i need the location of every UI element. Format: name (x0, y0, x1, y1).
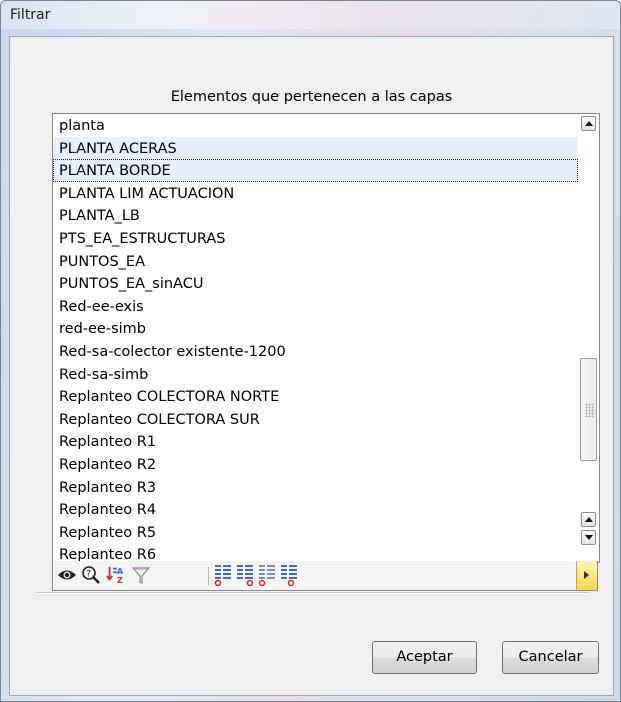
list-item[interactable]: Replanteo COLECTORA NORTE (53, 385, 578, 408)
list-item[interactable]: planta (53, 114, 578, 137)
list-item[interactable]: PUNTOS_EA_sinACU (53, 272, 578, 295)
scroll-up-button[interactable] (581, 512, 596, 527)
list-remove-icon[interactable] (235, 565, 255, 586)
list-item[interactable]: Replanteo R1 (53, 430, 578, 453)
query-icon[interactable]: ? (81, 565, 101, 585)
list-item[interactable]: red-ee-simb (53, 317, 578, 340)
list-item[interactable]: Replanteo R4 (53, 498, 578, 521)
list-item[interactable]: Replanteo R3 (53, 476, 578, 499)
dialog-body: Elementos que pertenecen a las capas pla… (9, 36, 614, 696)
scroll-to-top-button[interactable] (581, 116, 596, 131)
filter-funnel-icon[interactable] (131, 565, 151, 585)
svg-text:Z: Z (117, 575, 123, 585)
layer-elements-listbox[interactable]: planta PLANTA ACERAS PLANTA BORDE PLANTA… (52, 113, 600, 563)
eye-icon[interactable] (57, 565, 77, 585)
divider (37, 592, 589, 594)
list-remove-icon[interactable] (213, 565, 233, 586)
list-item[interactable]: PLANTA ACERAS (53, 136, 578, 160)
filter-dialog: Filtrar Elementos que pertenecen a las c… (0, 0, 621, 702)
more-arrow-icon[interactable] (576, 561, 597, 590)
list-item[interactable]: Red-ee-exis (53, 295, 578, 318)
list-item[interactable]: PTS_EA_ESTRUCTURAS (53, 227, 578, 250)
svg-text:?: ? (86, 570, 91, 580)
scroll-thumb[interactable] (580, 358, 597, 461)
sort-az-icon[interactable]: AZ (105, 565, 125, 585)
list-item[interactable]: PLANTA BORDE (53, 159, 578, 182)
list-item[interactable]: PLANTA_LB (53, 204, 578, 227)
list-item[interactable]: Red-sa-simb (53, 363, 578, 386)
window-title: Filtrar (10, 7, 51, 23)
list-remove-icon[interactable] (257, 565, 277, 586)
scroll-down-button[interactable] (581, 530, 596, 545)
title-bar[interactable]: Filtrar (1, 1, 620, 29)
list-item[interactable]: PUNTOS_EA (53, 250, 578, 273)
list-item[interactable]: Red-sa-colector existente-1200 (53, 340, 578, 363)
list-heading: Elementos que pertenecen a las capas (170, 89, 453, 105)
toolbar-separator (208, 567, 209, 585)
accept-button[interactable]: Aceptar (372, 641, 477, 674)
grip-icon (585, 403, 594, 417)
list-item[interactable]: PLANTA LIM ACTUACION (53, 182, 578, 205)
cancel-button[interactable]: Cancelar (502, 641, 599, 674)
list-item[interactable]: Replanteo R2 (53, 453, 578, 476)
list-remove-icon[interactable] (279, 565, 299, 586)
list-scrollbar[interactable] (579, 114, 599, 562)
list-items: planta PLANTA ACERAS PLANTA BORDE PLANTA… (53, 114, 578, 562)
list-toolbar: ? AZ (52, 561, 598, 591)
list-item[interactable]: Replanteo R5 (53, 521, 578, 544)
list-item[interactable]: Replanteo COLECTORA SUR (53, 408, 578, 431)
